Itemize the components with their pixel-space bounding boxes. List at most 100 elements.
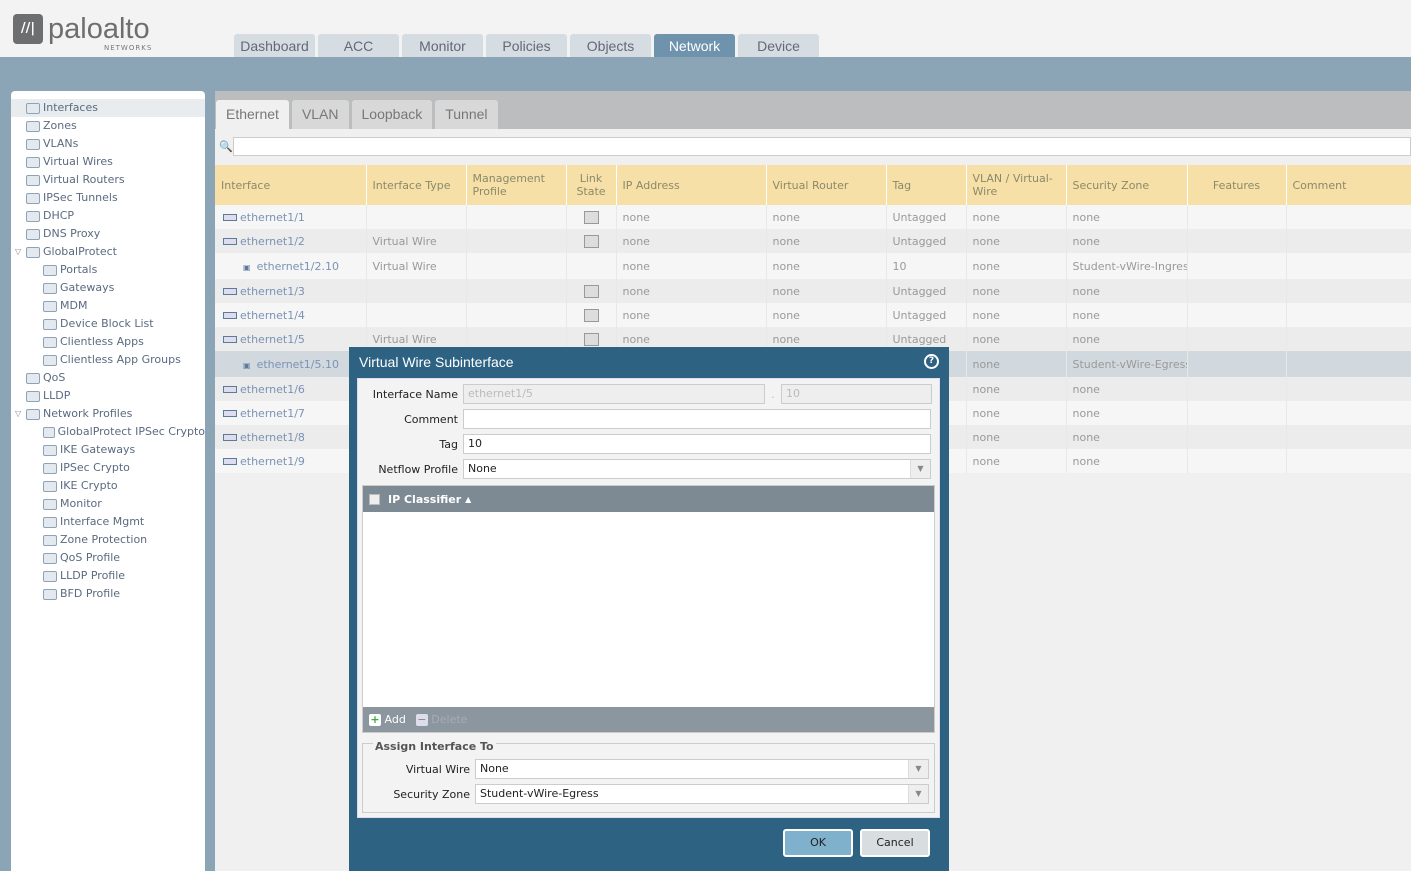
sidebar-item-network-profiles[interactable]: ▽ Network Profiles — [11, 405, 205, 423]
add-button[interactable]: + Add — [369, 713, 406, 726]
cell — [366, 205, 467, 229]
sidebar-item-clientless-app-groups[interactable]: Clientless App Groups — [11, 351, 205, 369]
comment-input[interactable] — [463, 409, 931, 429]
table-row[interactable]: ethernet1/1 none none Untagged none none — [215, 205, 1411, 229]
sidebar-item-portals[interactable]: Portals — [11, 261, 205, 279]
sidebar-item-ike-crypto[interactable]: IKE Crypto — [11, 477, 205, 495]
sidebar-item-lldp[interactable]: LLDP — [11, 387, 205, 405]
sidebar-item-zone-protection[interactable]: Zone Protection — [11, 531, 205, 549]
security-zone-select[interactable]: Student-vWire-Egress ▼ — [475, 784, 929, 804]
cancel-button[interactable]: Cancel — [860, 829, 930, 857]
chevron-down-icon[interactable]: ▼ — [908, 785, 928, 803]
sidebar-item-qos[interactable]: QoS — [11, 369, 205, 387]
cell: none — [966, 253, 1067, 279]
sidebar-item-gateways[interactable]: Gateways — [11, 279, 205, 297]
tab-policies[interactable]: Policies — [486, 34, 567, 57]
subtab-ethernet[interactable]: Ethernet — [216, 100, 289, 129]
sidebar-item-ipsec-crypto[interactable]: IPSec Crypto — [11, 459, 205, 477]
netflow-profile-select[interactable]: None ▼ — [463, 459, 931, 479]
table-row[interactable]: ▣ ethernet1/2.10 Virtual Wire none none 10 non… — [215, 253, 1411, 279]
tab-monitor[interactable]: Monitor — [402, 34, 483, 57]
interface-link[interactable]: ethernet1/5 — [240, 333, 305, 346]
sidebar-item-device-block-list[interactable]: Device Block List — [11, 315, 205, 333]
tab-device[interactable]: Device — [738, 34, 819, 57]
cell-value: none — [772, 210, 800, 224]
cell — [1187, 327, 1287, 351]
column-header[interactable]: Features — [1187, 165, 1287, 205]
column-header[interactable]: Interface — [215, 165, 367, 205]
table-row[interactable]: ethernet1/4 none none Untagged none none — [215, 303, 1411, 327]
sub-tabs: Ethernet VLAN Loopback Tunnel — [215, 91, 1411, 129]
sidebar-item-interface-mgmt[interactable]: Interface Mgmt — [11, 513, 205, 531]
table-row[interactable]: ethernet1/3 none none Untagged none none — [215, 279, 1411, 303]
tag-label: Tag — [439, 437, 458, 451]
sidebar-item-virtual-wires[interactable]: Virtual Wires — [11, 153, 205, 171]
tag-input[interactable]: 10 — [463, 434, 931, 454]
column-header[interactable]: Tag — [886, 165, 967, 205]
cell-value: none — [972, 259, 1000, 273]
sidebar-item-ipsec-tunnels[interactable]: IPSec Tunnels — [11, 189, 205, 207]
virtual-wire-select[interactable]: None ▼ — [475, 759, 929, 779]
ip-classifier-grid: IP Classifier ▲ + Add − Delete — [362, 485, 935, 733]
sidebar-item-dhcp[interactable]: DHCP — [11, 207, 205, 225]
item-icon — [26, 102, 40, 114]
ip-classifier-header[interactable]: IP Classifier — [388, 493, 461, 506]
ok-button[interactable]: OK — [783, 829, 853, 857]
select-all-checkbox[interactable] — [369, 493, 380, 505]
interface-link[interactable]: ethernet1/8 — [240, 431, 305, 444]
subtab-loopback[interactable]: Loopback — [351, 100, 433, 129]
chevron-down-icon[interactable]: ▼ — [910, 460, 930, 478]
sidebar-item-bfd-profile[interactable]: BFD Profile — [11, 585, 205, 603]
sidebar-item-vlans[interactable]: VLANs — [11, 135, 205, 153]
cell-value: none — [972, 332, 1000, 346]
column-header[interactable]: Management Profile — [466, 165, 567, 205]
item-icon — [43, 570, 57, 582]
sidebar-item-mdm[interactable]: MDM — [11, 297, 205, 315]
sidebar-item-monitor[interactable]: Monitor — [11, 495, 205, 513]
cell: none — [766, 279, 887, 303]
subinterface-id-field: 10 — [781, 384, 932, 404]
help-icon[interactable]: ? — [924, 354, 939, 369]
column-header[interactable]: VLAN / Virtual-Wire — [966, 165, 1067, 205]
sidebar-item-dns-proxy[interactable]: DNS Proxy — [11, 225, 205, 243]
sidebar-item-lldp-profile[interactable]: LLDP Profile — [11, 567, 205, 585]
interface-link[interactable]: ethernet1/9 — [240, 455, 305, 468]
logo-text: paloalto — [48, 13, 150, 45]
sidebar-item-globalprotect[interactable]: ▽ GlobalProtect — [11, 243, 205, 261]
sidebar-item-virtual-routers[interactable]: Virtual Routers — [11, 171, 205, 189]
sidebar-item-clientless-apps[interactable]: Clientless Apps — [11, 333, 205, 351]
logo-subtext: NETWORKS — [104, 44, 153, 52]
cell — [1286, 205, 1411, 229]
cell-value: none — [972, 357, 1000, 371]
interface-link[interactable]: ethernet1/3 — [240, 285, 305, 298]
sidebar-item-qos-profile[interactable]: QoS Profile — [11, 549, 205, 567]
sidebar-item-globalprotect-ipsec-crypto[interactable]: GlobalProtect IPSec Crypto — [11, 423, 205, 441]
chevron-down-icon[interactable]: ▼ — [908, 760, 928, 778]
tab-objects[interactable]: Objects — [570, 34, 651, 57]
column-header[interactable]: Virtual Router — [766, 165, 887, 205]
column-header[interactable]: Comment — [1286, 165, 1411, 205]
tab-network[interactable]: Network — [654, 34, 735, 57]
column-header[interactable]: IP Address — [616, 165, 767, 205]
interface-link[interactable]: ethernet1/7 — [240, 407, 305, 420]
column-header[interactable]: Link State — [566, 165, 617, 205]
column-header[interactable]: Interface Type — [366, 165, 467, 205]
interface-link[interactable]: ethernet1/4 — [240, 309, 305, 322]
cell-value: none — [1072, 406, 1100, 420]
tab-dashboard[interactable]: Dashboard — [234, 34, 315, 57]
sidebar-item-interfaces[interactable]: Interfaces — [11, 99, 205, 117]
sidebar-item-zones[interactable]: Zones — [11, 117, 205, 135]
interface-link[interactable]: ethernet1/2 — [240, 235, 305, 248]
filter-input[interactable] — [233, 137, 1411, 156]
column-header[interactable]: Security Zone — [1066, 165, 1188, 205]
interface-link[interactable]: ethernet1/2.10 — [257, 260, 339, 273]
interface-link[interactable]: ethernet1/5.10 — [257, 358, 339, 371]
interface-link[interactable]: ethernet1/6 — [240, 383, 305, 396]
interface-link[interactable]: ethernet1/1 — [240, 211, 305, 224]
tab-acc[interactable]: ACC — [318, 34, 399, 57]
table-row[interactable]: ethernet1/2 Virtual Wire none none Untagged n… — [215, 229, 1411, 253]
subtab-tunnel[interactable]: Tunnel — [435, 100, 498, 129]
sidebar-item-ike-gateways[interactable]: IKE Gateways — [11, 441, 205, 459]
subtab-vlan[interactable]: VLAN — [291, 100, 349, 129]
cell-value: none — [622, 332, 650, 346]
